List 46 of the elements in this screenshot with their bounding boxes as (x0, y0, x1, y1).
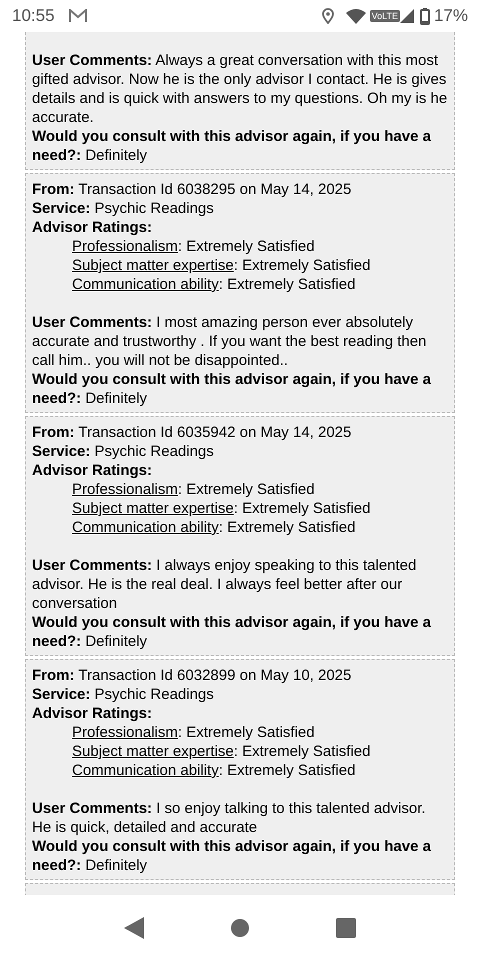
rating-value: : Extremely Satisfied (218, 518, 356, 537)
rating-name: Subject matter expertise (72, 742, 234, 761)
rating-name: Communication ability (72, 518, 219, 537)
battery-percent: 17% (434, 5, 468, 28)
ratings-heading: Advisor Ratings: (32, 461, 152, 480)
rating-value: : Extremely Satisfied (234, 256, 370, 275)
user-comments: User Comments: I always enjoy speaking to this talented advisor. He is the real deal. I always feel better after our conversation (32, 556, 418, 613)
volte-badge: VoLTE (370, 10, 400, 22)
transaction-line: From: Transaction Id 6038295 on May 14, 2025 (32, 180, 352, 199)
rating-name: Professionalism (72, 237, 178, 256)
ratings-heading: Advisor Ratings: (32, 704, 152, 723)
wifi-icon (346, 8, 366, 24)
consult-again-answer: Would you consult with this advisor again, if you have a need?: Definitely (32, 370, 432, 408)
rating-name: Subject matter expertise (72, 499, 234, 518)
rating-value: : Extremely Satisfied (234, 742, 370, 761)
user-comments: User Comments: I most amazing person ever absolutely accurate and trustworthy . If you want the best reading then call him.. you will not be disappointed.. (32, 313, 428, 370)
user-comments: User Comments: I so enjoy talking to this talented advisor. He is quick, detailed and accurate (32, 799, 427, 837)
consult-again-answer: Would you consult with this advisor again, if you have a need?: Definitely (32, 613, 432, 651)
back-icon[interactable] (124, 916, 144, 938)
transaction-line: From: Transaction Id 6035942 on May 14, 2025 (32, 423, 352, 442)
home-icon[interactable] (230, 918, 249, 936)
user-comments: User Comments: Always a great conversation with this most gifted advisor. Now he is the only advisor I contact. He is gives details and is quick with answers to my questions. Oh my is he accurate. (32, 51, 448, 127)
rating-value: : Extremely Satisfied (178, 480, 315, 499)
rating-name: Professionalism (72, 723, 178, 742)
rating-value: : Extremely Satisfied (178, 237, 315, 256)
rating-value: : Extremely Satisfied (178, 723, 315, 742)
rating-value: : Extremely Satisfied (218, 275, 356, 294)
signal-icon (400, 9, 414, 23)
rating-value: : Extremely Satisfied (234, 499, 370, 518)
service-line: Service: Psychic Readings (32, 199, 215, 218)
service-line: Service: Psychic Readings (32, 442, 215, 461)
transaction-line: From: Transaction Id 6032899 on May 10, 2025 (32, 666, 352, 685)
mail-icon (68, 9, 87, 23)
rating-name: Professionalism (72, 480, 178, 499)
location-icon (322, 8, 334, 24)
ratings-heading: Advisor Ratings: (32, 218, 152, 237)
service-line: Service: Psychic Readings (32, 685, 215, 704)
rating-name: Subject matter expertise (72, 256, 234, 275)
consult-again-answer: Would you consult with this advisor again, if you have a need?: Definitely (32, 127, 432, 165)
consult-again-answer: Would you consult with this advisor again, if you have a need?: Definitely (32, 837, 432, 875)
battery-icon (420, 8, 430, 24)
status-time: 10:55 (12, 5, 55, 28)
recents-icon[interactable] (336, 918, 356, 938)
rating-name: Communication ability (72, 275, 219, 294)
rating-name: Communication ability (72, 761, 219, 780)
rating-value: : Extremely Satisfied (218, 761, 356, 780)
